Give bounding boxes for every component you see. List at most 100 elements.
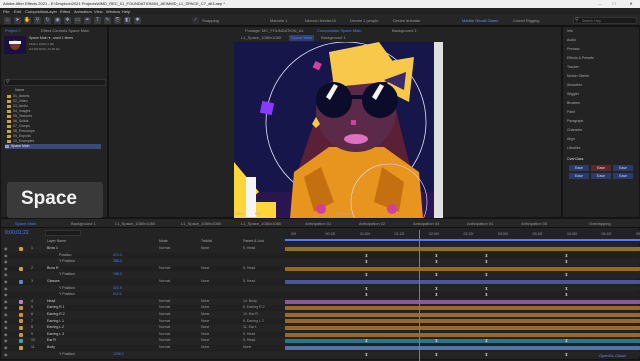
layer-label-color[interactable]: [19, 299, 23, 304]
timeline-tab[interactable]: L1_Space_1080x1080: [181, 221, 221, 227]
layer-name[interactable]: Earring L 2: [47, 325, 64, 331]
panel-info[interactable]: Info: [567, 29, 573, 34]
layer-row[interactable]: ◉ 7 Earring L 1 Normal None 8. Earring L 2: [1, 318, 640, 325]
timeline-tab[interactable]: Anticipation 05: [521, 221, 547, 227]
timeline-tab[interactable]: Anticipation 03: [413, 221, 439, 227]
menu-effect[interactable]: Effect: [60, 8, 70, 15]
trkmat-select[interactable]: None: [201, 325, 209, 331]
layer-label-color[interactable]: [19, 345, 23, 350]
visibility-eye-icon[interactable]: ◉: [4, 352, 8, 358]
visibility-eye-icon[interactable]: ◉: [4, 272, 8, 278]
trkmat-select[interactable]: None: [201, 305, 209, 311]
home-icon[interactable]: ⌂: [4, 17, 11, 24]
keyframe-icon[interactable]: ⧗: [565, 338, 568, 344]
layer-duration-bar[interactable]: [285, 339, 640, 344]
visibility-eye-icon[interactable]: ◉: [4, 312, 8, 318]
layer-duration-bar[interactable]: [285, 312, 640, 317]
timeline-tab[interactable]: Space Main: [15, 221, 36, 227]
property-name[interactable]: Y Position: [59, 286, 75, 292]
work-area-bar[interactable]: [285, 239, 640, 241]
blend-mode-select[interactable]: Normal: [159, 345, 170, 351]
layer-name[interactable]: Brow 1: [47, 246, 58, 252]
layer-duration-bar[interactable]: [285, 319, 640, 324]
keyframe-icon[interactable]: ⧗: [365, 292, 368, 298]
keyframe-icon[interactable]: ⧗: [485, 292, 488, 298]
trkmat-select[interactable]: None: [201, 299, 209, 305]
layer-row[interactable]: ◉ 2 Brow R Normal None 5. Head: [1, 265, 640, 272]
property-value[interactable]: 1295.0: [113, 352, 124, 358]
blend-mode-select[interactable]: Normal: [159, 332, 170, 338]
layer-name[interactable]: Head: [47, 299, 55, 305]
property-name[interactable]: Y Position: [59, 259, 75, 265]
panel-smoother[interactable]: Smoother: [567, 83, 582, 88]
tab-effect-controls[interactable]: Effect Controls Space Main: [41, 28, 105, 34]
keyframe-icon[interactable]: ⧗: [435, 286, 438, 292]
keyframe-icon[interactable]: ⧗: [435, 352, 438, 358]
trkmat-select[interactable]: None: [201, 332, 209, 338]
ease-button[interactable]: Ease: [613, 173, 633, 179]
keyframe-icon[interactable]: ⧗: [485, 352, 488, 358]
parent-select[interactable]: 5. Head: [243, 266, 255, 272]
layer-duration-bar[interactable]: [285, 325, 640, 330]
property-name[interactable]: Y Position: [59, 272, 75, 278]
property-value[interactable]: 672.0: [113, 253, 122, 259]
parent-select[interactable]: 8. Earring L 2: [243, 319, 264, 325]
panel-effects-presets[interactable]: Effects & Presets: [567, 56, 594, 61]
layer-row[interactable]: ◉ 5 Earring R 1 Normal None 6. Earring R 2: [1, 305, 640, 312]
keyframe-icon[interactable]: ⧗: [485, 272, 488, 278]
selection-tool-icon[interactable]: ➤: [14, 17, 21, 24]
comp-subtab-1[interactable]: L1_Space_1080x1080: [241, 35, 281, 41]
layer-label-color[interactable]: [19, 246, 23, 251]
menu-edit[interactable]: Edit: [14, 8, 21, 15]
property-row[interactable]: ◉ Y Position 1295.0 ⧗ ⧗ ⧗ ⧗: [1, 351, 640, 358]
parent-select[interactable]: 5. Head: [243, 279, 255, 285]
comp-subtab-3[interactable]: Background 1: [321, 35, 346, 41]
layer-name[interactable]: Brow R: [47, 266, 58, 272]
property-name[interactable]: Y Position: [59, 292, 75, 298]
clone-tool-icon[interactable]: ⎘: [114, 17, 121, 24]
time-ruler[interactable]: [285, 230, 640, 244]
visibility-eye-icon[interactable]: ◉: [4, 292, 8, 298]
timeline-tab[interactable]: Anticipation 02: [359, 221, 385, 227]
layer-name[interactable]: Body: [47, 345, 55, 351]
parent-select[interactable]: 10. Ear R: [243, 312, 258, 318]
blend-mode-select[interactable]: Normal: [159, 312, 170, 318]
blend-mode-select[interactable]: Normal: [159, 325, 170, 331]
timeline-tab[interactable]: Anticipation 01: [305, 221, 331, 227]
layer-label-color[interactable]: [19, 332, 23, 337]
visibility-eye-icon[interactable]: ◉: [4, 305, 8, 311]
keyframe-icon[interactable]: ⧗: [435, 292, 438, 298]
workspace-tab-5[interactable]: Marble Recall Game: [462, 17, 498, 24]
blend-mode-select[interactable]: Normal: [159, 246, 170, 252]
puppet-tool-icon[interactable]: ✱: [134, 17, 141, 24]
rectangle-tool-icon[interactable]: ▭: [74, 17, 81, 24]
panel-paragraph[interactable]: Paragraph: [567, 119, 583, 124]
eraser-tool-icon[interactable]: ◧: [124, 17, 131, 24]
layer-row[interactable]: ◉ 11 Body Normal None None: [1, 345, 640, 351]
blend-mode-select[interactable]: Normal: [159, 266, 170, 272]
property-name[interactable]: Position: [59, 253, 71, 259]
zoom-tool-icon[interactable]: ⚲: [34, 17, 41, 24]
parent-select[interactable]: 5. Head: [243, 246, 255, 252]
layer-name[interactable]: Earring R 2: [47, 312, 65, 318]
ease-button[interactable]: Ease: [569, 173, 589, 179]
trkmat-select[interactable]: None: [201, 266, 209, 272]
layer-label-color[interactable]: [19, 312, 23, 317]
property-row[interactable]: ◉ Y Position 286.0 ⧗ ⧗ ⧗ ⧗: [1, 259, 640, 265]
panel-preview[interactable]: Preview: [567, 47, 579, 52]
workspace-tab-3[interactable]: Dream 1 people: [350, 17, 378, 24]
camera-tool-icon[interactable]: ◉: [54, 17, 61, 24]
menu-animation[interactable]: Animation: [74, 8, 92, 15]
trkmat-select[interactable]: None: [201, 345, 209, 351]
layer-duration-bar[interactable]: [285, 279, 640, 284]
keyframe-icon[interactable]: ⧗: [485, 253, 488, 259]
layer-name[interactable]: Earring R 1: [47, 305, 65, 311]
keyframe-icon[interactable]: ⧗: [435, 272, 438, 278]
timeline-tab[interactable]: L1_Space_1080x1080: [241, 221, 281, 227]
parent-select[interactable]: 5. Head: [243, 332, 255, 338]
keyframe-icon[interactable]: ⧗: [485, 286, 488, 292]
help-search-input[interactable]: ⚲ Search Help: [573, 17, 637, 24]
maximize-icon[interactable]: □: [610, 0, 618, 8]
layer-duration-bar[interactable]: [285, 306, 640, 311]
layer-duration-bar[interactable]: [285, 246, 640, 251]
